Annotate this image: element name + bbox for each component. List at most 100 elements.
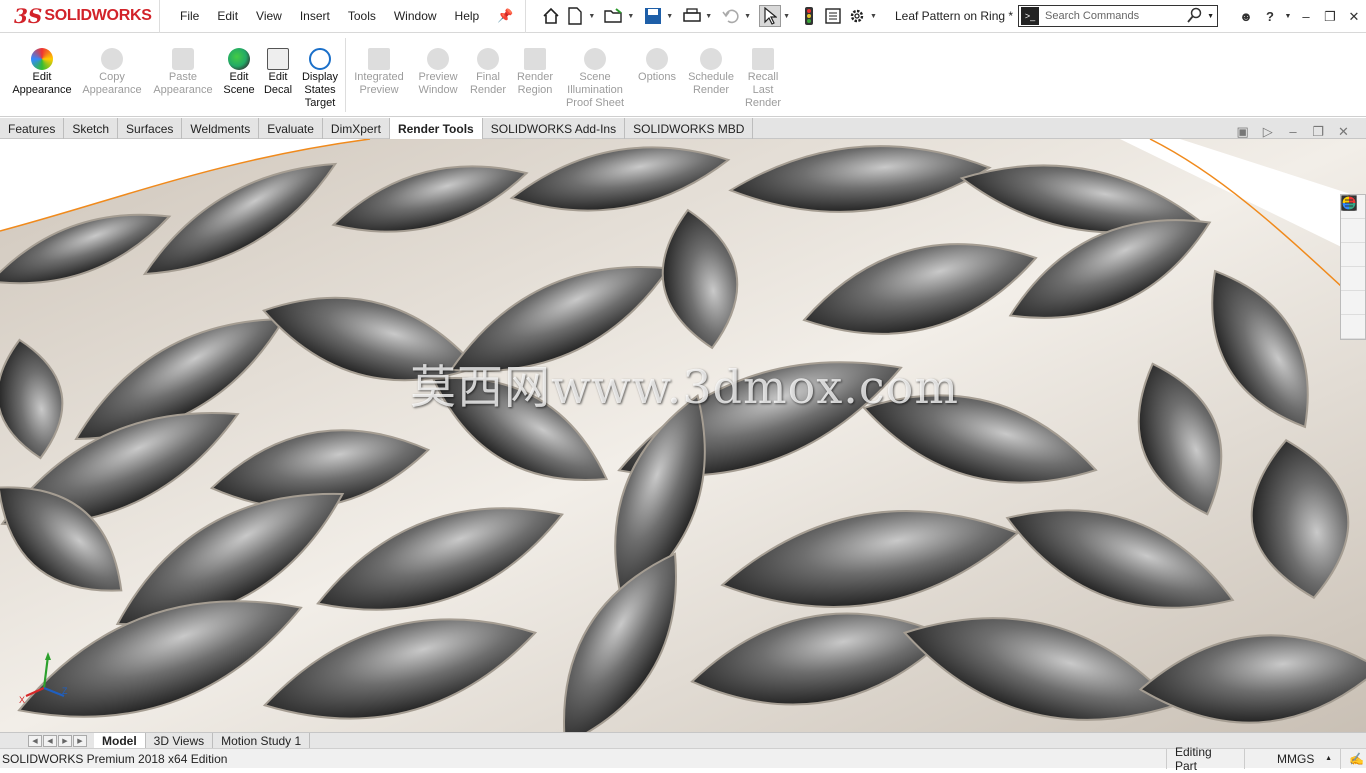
final-render-button[interactable]: Final Render <box>468 48 508 97</box>
appearances-scenes-icon[interactable] <box>1341 196 1365 315</box>
chevron-down-icon[interactable]: ▼ <box>1207 13 1214 20</box>
custom-properties-icon[interactable] <box>1341 195 1365 339</box>
chevron-down-icon[interactable]: ▼ <box>588 13 595 20</box>
preview-window-button[interactable]: Preview Window <box>412 48 464 97</box>
tab-3d-views[interactable]: 3D Views <box>146 733 214 748</box>
render-region-button[interactable]: Render Region <box>512 48 558 97</box>
menu-insert[interactable]: Insert <box>300 9 330 23</box>
tab-evaluate[interactable]: Evaluate <box>259 118 323 139</box>
viewport-minimize-icon[interactable]: – <box>1280 124 1305 140</box>
minimize-icon[interactable]: – <box>1294 9 1318 24</box>
menu-file[interactable]: File <box>180 9 199 23</box>
gear-icon[interactable] <box>846 5 868 27</box>
chevron-down-icon[interactable]: ▼ <box>783 13 790 20</box>
svg-text:X: X <box>19 695 25 704</box>
quick-access-toolbar: ▼ ▼ ▼ ▼ ▼ ▼ ▼ <box>525 0 885 33</box>
rebuild-traffic-light-icon[interactable] <box>798 5 820 27</box>
tab-features[interactable]: Features <box>0 118 65 139</box>
first-tab-icon[interactable]: ◀ <box>28 734 42 747</box>
prev-tab-icon[interactable]: ◀ <box>43 734 57 747</box>
document-title: Leaf Pattern on Ring * <box>894 9 1014 23</box>
menu-tools[interactable]: Tools <box>348 9 376 23</box>
edit-appearance-label: Edit Appearance <box>12 71 72 96</box>
search-commands-field[interactable]: >_ Search Commands ▼ <box>1018 5 1218 27</box>
svg-text:Z: Z <box>62 686 68 696</box>
display-states-target-button[interactable]: Display States Target <box>298 48 342 110</box>
paste-appearance-icon <box>172 48 194 70</box>
units-selector[interactable]: MMGS ▲ <box>1244 748 1340 769</box>
tab-surfaces[interactable]: Surfaces <box>118 118 183 139</box>
ribbon-separator <box>345 38 346 112</box>
tab-model[interactable]: Model <box>94 733 146 748</box>
search-input[interactable]: Search Commands <box>1045 10 1187 22</box>
quick-tips-icon[interactable]: ✍ <box>1340 748 1366 769</box>
tab-dimxpert[interactable]: DimXpert <box>323 118 390 139</box>
render-region-label: Render Region <box>516 71 554 96</box>
view-palette-icon[interactable] <box>1341 196 1365 291</box>
new-document-icon[interactable] <box>564 5 586 27</box>
schedule-render-button[interactable]: Schedule Render <box>684 48 738 97</box>
chevron-down-icon[interactable]: ▼ <box>870 13 877 20</box>
viewport-split-icon[interactable]: ▷ <box>1255 124 1280 140</box>
tab-render-tools[interactable]: Render Tools <box>389 118 483 139</box>
copy-appearance-button[interactable]: Copy Appearance <box>80 48 144 97</box>
search-icon[interactable] <box>1187 7 1203 26</box>
edit-appearance-button[interactable]: Edit Appearance <box>10 48 74 97</box>
user-icon[interactable]: ☻ <box>1234 9 1258 24</box>
display-states-label: Display States Target <box>301 71 339 109</box>
tab-sketch[interactable]: Sketch <box>64 118 119 139</box>
restore-icon[interactable]: ❐ <box>1318 9 1342 25</box>
integrated-preview-button[interactable]: Integrated Preview <box>350 48 408 97</box>
last-tab-icon[interactable]: ▶ <box>73 734 87 747</box>
solidworks-logo[interactable]: 3S SOLIDWORKS <box>0 0 160 33</box>
paste-appearance-button[interactable]: Paste Appearance <box>151 48 215 97</box>
print-icon[interactable] <box>681 5 703 27</box>
menu-edit[interactable]: Edit <box>217 9 238 23</box>
chevron-down-icon[interactable]: ▼ <box>1282 13 1294 20</box>
preview-window-label: Preview Window <box>418 71 458 96</box>
menu-help[interactable]: Help <box>455 9 480 23</box>
paste-appearance-label: Paste Appearance <box>153 71 213 96</box>
tab-weldments[interactable]: Weldments <box>182 118 260 139</box>
recall-last-render-button[interactable]: Recall Last Render <box>742 48 784 110</box>
chevron-down-icon[interactable]: ▼ <box>666 13 673 20</box>
file-properties-icon[interactable] <box>822 5 844 27</box>
open-folder-icon[interactable] <box>603 5 625 27</box>
model-tabs-bar: ◀ ◀ ▶ ▶ Model 3D Views Motion Study 1 <box>0 732 1366 748</box>
home-icon[interactable] <box>540 5 562 27</box>
tab-solidworks-mbd[interactable]: SOLIDWORKS MBD <box>625 118 754 139</box>
viewport-close-icon[interactable]: ✕ <box>1331 124 1356 140</box>
leaf-pattern-model[interactable] <box>0 139 1366 732</box>
command-manager-tabs: Features Sketch Surfaces Weldments Evalu… <box>0 118 1366 139</box>
chevron-down-icon[interactable]: ▼ <box>705 13 712 20</box>
undo-icon[interactable] <box>720 5 742 27</box>
tab-motion-study-1[interactable]: Motion Study 1 <box>213 733 311 748</box>
select-cursor-icon[interactable] <box>759 5 782 27</box>
design-library-icon[interactable] <box>1341 195 1365 243</box>
save-icon[interactable] <box>642 5 664 27</box>
close-icon[interactable]: ✕ <box>1342 9 1366 25</box>
tab-solidworks-add-ins[interactable]: SOLIDWORKS Add-Ins <box>483 118 626 139</box>
chevron-down-icon[interactable]: ▼ <box>744 13 751 20</box>
menu-window[interactable]: Window <box>394 9 437 23</box>
edit-scene-button[interactable]: Edit Scene <box>222 48 256 97</box>
next-tab-icon[interactable]: ▶ <box>58 734 72 747</box>
scene-illumination-proof-sheet-button[interactable]: Scene Illumination Proof Sheet <box>562 48 628 110</box>
pin-menu-icon[interactable]: 📌 <box>497 8 513 24</box>
brand-name: SOLIDWORKS <box>44 7 152 24</box>
proof-sheet-icon <box>584 48 606 70</box>
menu-view[interactable]: View <box>256 9 282 23</box>
watermark-text: 莫西网www.3dmox.com <box>410 360 959 414</box>
viewport-maximize-icon[interactable]: ❐ <box>1306 124 1331 140</box>
edit-decal-icon <box>267 48 289 70</box>
viewport-restore-icon[interactable]: ▣ <box>1230 124 1255 140</box>
edit-scene-icon <box>228 48 250 70</box>
edit-decal-button[interactable]: Edit Decal <box>262 48 294 97</box>
file-explorer-icon[interactable] <box>1341 198 1365 267</box>
options-button[interactable]: Options <box>634 48 680 84</box>
edit-appearance-icon <box>31 48 53 70</box>
help-icon[interactable]: ? <box>1258 9 1282 24</box>
chevron-up-icon: ▲ <box>1325 755 1332 762</box>
chevron-down-icon[interactable]: ▼ <box>627 13 634 20</box>
graphics-area[interactable]: 莫西网www.3dmox.com X Z <box>0 139 1366 732</box>
